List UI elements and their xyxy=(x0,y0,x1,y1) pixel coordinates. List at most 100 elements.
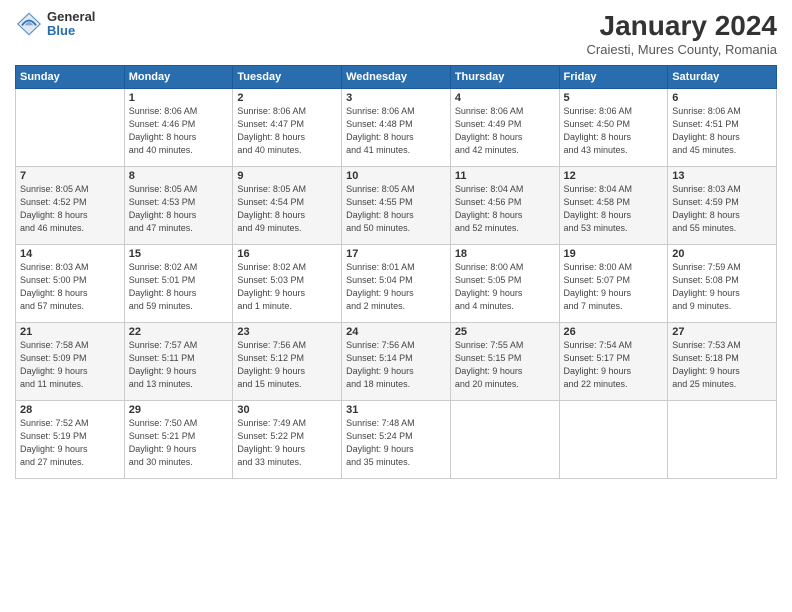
day-info: Sunrise: 7:48 AMSunset: 5:24 PMDaylight:… xyxy=(346,417,446,469)
calendar-week-row: 14Sunrise: 8:03 AMSunset: 5:00 PMDayligh… xyxy=(16,245,777,323)
day-number: 28 xyxy=(20,404,120,416)
calendar-cell: 19Sunrise: 8:00 AMSunset: 5:07 PMDayligh… xyxy=(559,245,668,323)
calendar-week-row: 7Sunrise: 8:05 AMSunset: 4:52 PMDaylight… xyxy=(16,167,777,245)
day-number: 3 xyxy=(346,92,446,104)
day-info: Sunrise: 8:01 AMSunset: 5:04 PMDaylight:… xyxy=(346,261,446,313)
calendar-title: January 2024 xyxy=(587,10,778,42)
day-info: Sunrise: 7:53 AMSunset: 5:18 PMDaylight:… xyxy=(672,339,772,391)
calendar-week-row: 1Sunrise: 8:06 AMSunset: 4:46 PMDaylight… xyxy=(16,89,777,167)
calendar-cell: 1Sunrise: 8:06 AMSunset: 4:46 PMDaylight… xyxy=(124,89,233,167)
day-number: 29 xyxy=(129,404,229,416)
day-number: 11 xyxy=(455,170,555,182)
day-info: Sunrise: 8:00 AMSunset: 5:05 PMDaylight:… xyxy=(455,261,555,313)
day-header-tuesday: Tuesday xyxy=(233,66,342,89)
day-number: 14 xyxy=(20,248,120,260)
day-info: Sunrise: 7:49 AMSunset: 5:22 PMDaylight:… xyxy=(237,417,337,469)
day-number: 19 xyxy=(564,248,664,260)
calendar-cell: 11Sunrise: 8:04 AMSunset: 4:56 PMDayligh… xyxy=(450,167,559,245)
calendar-table: SundayMondayTuesdayWednesdayThursdayFrid… xyxy=(15,65,777,479)
day-number: 31 xyxy=(346,404,446,416)
calendar-week-row: 21Sunrise: 7:58 AMSunset: 5:09 PMDayligh… xyxy=(16,323,777,401)
day-info: Sunrise: 7:52 AMSunset: 5:19 PMDaylight:… xyxy=(20,417,120,469)
day-number: 6 xyxy=(672,92,772,104)
day-number: 24 xyxy=(346,326,446,338)
day-info: Sunrise: 8:03 AMSunset: 4:59 PMDaylight:… xyxy=(672,183,772,235)
calendar-cell: 14Sunrise: 8:03 AMSunset: 5:00 PMDayligh… xyxy=(16,245,125,323)
day-number: 23 xyxy=(237,326,337,338)
calendar-cell: 6Sunrise: 8:06 AMSunset: 4:51 PMDaylight… xyxy=(668,89,777,167)
day-number: 4 xyxy=(455,92,555,104)
calendar-cell: 26Sunrise: 7:54 AMSunset: 5:17 PMDayligh… xyxy=(559,323,668,401)
calendar-cell: 24Sunrise: 7:56 AMSunset: 5:14 PMDayligh… xyxy=(342,323,451,401)
calendar-cell: 27Sunrise: 7:53 AMSunset: 5:18 PMDayligh… xyxy=(668,323,777,401)
day-number: 2 xyxy=(237,92,337,104)
calendar-cell: 22Sunrise: 7:57 AMSunset: 5:11 PMDayligh… xyxy=(124,323,233,401)
day-info: Sunrise: 8:02 AMSunset: 5:01 PMDaylight:… xyxy=(129,261,229,313)
calendar-cell: 20Sunrise: 7:59 AMSunset: 5:08 PMDayligh… xyxy=(668,245,777,323)
day-header-thursday: Thursday xyxy=(450,66,559,89)
day-number: 10 xyxy=(346,170,446,182)
day-info: Sunrise: 7:57 AMSunset: 5:11 PMDaylight:… xyxy=(129,339,229,391)
calendar-cell: 8Sunrise: 8:05 AMSunset: 4:53 PMDaylight… xyxy=(124,167,233,245)
day-info: Sunrise: 8:04 AMSunset: 4:58 PMDaylight:… xyxy=(564,183,664,235)
day-info: Sunrise: 8:06 AMSunset: 4:48 PMDaylight:… xyxy=(346,105,446,157)
day-number: 21 xyxy=(20,326,120,338)
calendar-subtitle: Craiesti, Mures County, Romania xyxy=(587,42,778,57)
day-info: Sunrise: 8:05 AMSunset: 4:52 PMDaylight:… xyxy=(20,183,120,235)
header: General Blue January 2024 Craiesti, Mure… xyxy=(15,10,777,57)
logo-general-text: General xyxy=(47,10,95,24)
day-info: Sunrise: 8:04 AMSunset: 4:56 PMDaylight:… xyxy=(455,183,555,235)
day-info: Sunrise: 8:06 AMSunset: 4:49 PMDaylight:… xyxy=(455,105,555,157)
day-number: 12 xyxy=(564,170,664,182)
day-info: Sunrise: 7:59 AMSunset: 5:08 PMDaylight:… xyxy=(672,261,772,313)
day-number: 22 xyxy=(129,326,229,338)
day-info: Sunrise: 8:05 AMSunset: 4:54 PMDaylight:… xyxy=(237,183,337,235)
day-number: 26 xyxy=(564,326,664,338)
day-info: Sunrise: 7:55 AMSunset: 5:15 PMDaylight:… xyxy=(455,339,555,391)
day-info: Sunrise: 8:06 AMSunset: 4:50 PMDaylight:… xyxy=(564,105,664,157)
day-info: Sunrise: 8:05 AMSunset: 4:55 PMDaylight:… xyxy=(346,183,446,235)
calendar-cell: 10Sunrise: 8:05 AMSunset: 4:55 PMDayligh… xyxy=(342,167,451,245)
title-block: January 2024 Craiesti, Mures County, Rom… xyxy=(587,10,778,57)
day-header-monday: Monday xyxy=(124,66,233,89)
calendar-cell: 4Sunrise: 8:06 AMSunset: 4:49 PMDaylight… xyxy=(450,89,559,167)
day-number: 5 xyxy=(564,92,664,104)
calendar-cell: 13Sunrise: 8:03 AMSunset: 4:59 PMDayligh… xyxy=(668,167,777,245)
calendar-week-row: 28Sunrise: 7:52 AMSunset: 5:19 PMDayligh… xyxy=(16,401,777,479)
calendar-cell xyxy=(16,89,125,167)
day-number: 27 xyxy=(672,326,772,338)
day-info: Sunrise: 8:06 AMSunset: 4:51 PMDaylight:… xyxy=(672,105,772,157)
calendar-header-row: SundayMondayTuesdayWednesdayThursdayFrid… xyxy=(16,66,777,89)
calendar-cell: 7Sunrise: 8:05 AMSunset: 4:52 PMDaylight… xyxy=(16,167,125,245)
day-number: 17 xyxy=(346,248,446,260)
day-header-sunday: Sunday xyxy=(16,66,125,89)
page-container: General Blue January 2024 Craiesti, Mure… xyxy=(0,0,792,489)
day-info: Sunrise: 8:00 AMSunset: 5:07 PMDaylight:… xyxy=(564,261,664,313)
calendar-cell: 31Sunrise: 7:48 AMSunset: 5:24 PMDayligh… xyxy=(342,401,451,479)
logo-blue-text: Blue xyxy=(47,24,95,38)
calendar-cell: 30Sunrise: 7:49 AMSunset: 5:22 PMDayligh… xyxy=(233,401,342,479)
logo-icon xyxy=(15,10,43,38)
calendar-cell: 9Sunrise: 8:05 AMSunset: 4:54 PMDaylight… xyxy=(233,167,342,245)
calendar-cell: 17Sunrise: 8:01 AMSunset: 5:04 PMDayligh… xyxy=(342,245,451,323)
day-info: Sunrise: 7:56 AMSunset: 5:12 PMDaylight:… xyxy=(237,339,337,391)
calendar-cell: 28Sunrise: 7:52 AMSunset: 5:19 PMDayligh… xyxy=(16,401,125,479)
day-number: 16 xyxy=(237,248,337,260)
calendar-cell: 29Sunrise: 7:50 AMSunset: 5:21 PMDayligh… xyxy=(124,401,233,479)
calendar-cell: 21Sunrise: 7:58 AMSunset: 5:09 PMDayligh… xyxy=(16,323,125,401)
day-header-wednesday: Wednesday xyxy=(342,66,451,89)
day-info: Sunrise: 7:56 AMSunset: 5:14 PMDaylight:… xyxy=(346,339,446,391)
day-info: Sunrise: 7:50 AMSunset: 5:21 PMDaylight:… xyxy=(129,417,229,469)
calendar-cell: 16Sunrise: 8:02 AMSunset: 5:03 PMDayligh… xyxy=(233,245,342,323)
calendar-cell xyxy=(450,401,559,479)
calendar-cell: 12Sunrise: 8:04 AMSunset: 4:58 PMDayligh… xyxy=(559,167,668,245)
day-number: 1 xyxy=(129,92,229,104)
day-number: 7 xyxy=(20,170,120,182)
day-info: Sunrise: 8:02 AMSunset: 5:03 PMDaylight:… xyxy=(237,261,337,313)
day-number: 20 xyxy=(672,248,772,260)
calendar-cell xyxy=(668,401,777,479)
day-header-saturday: Saturday xyxy=(668,66,777,89)
day-number: 8 xyxy=(129,170,229,182)
day-info: Sunrise: 8:05 AMSunset: 4:53 PMDaylight:… xyxy=(129,183,229,235)
day-number: 30 xyxy=(237,404,337,416)
